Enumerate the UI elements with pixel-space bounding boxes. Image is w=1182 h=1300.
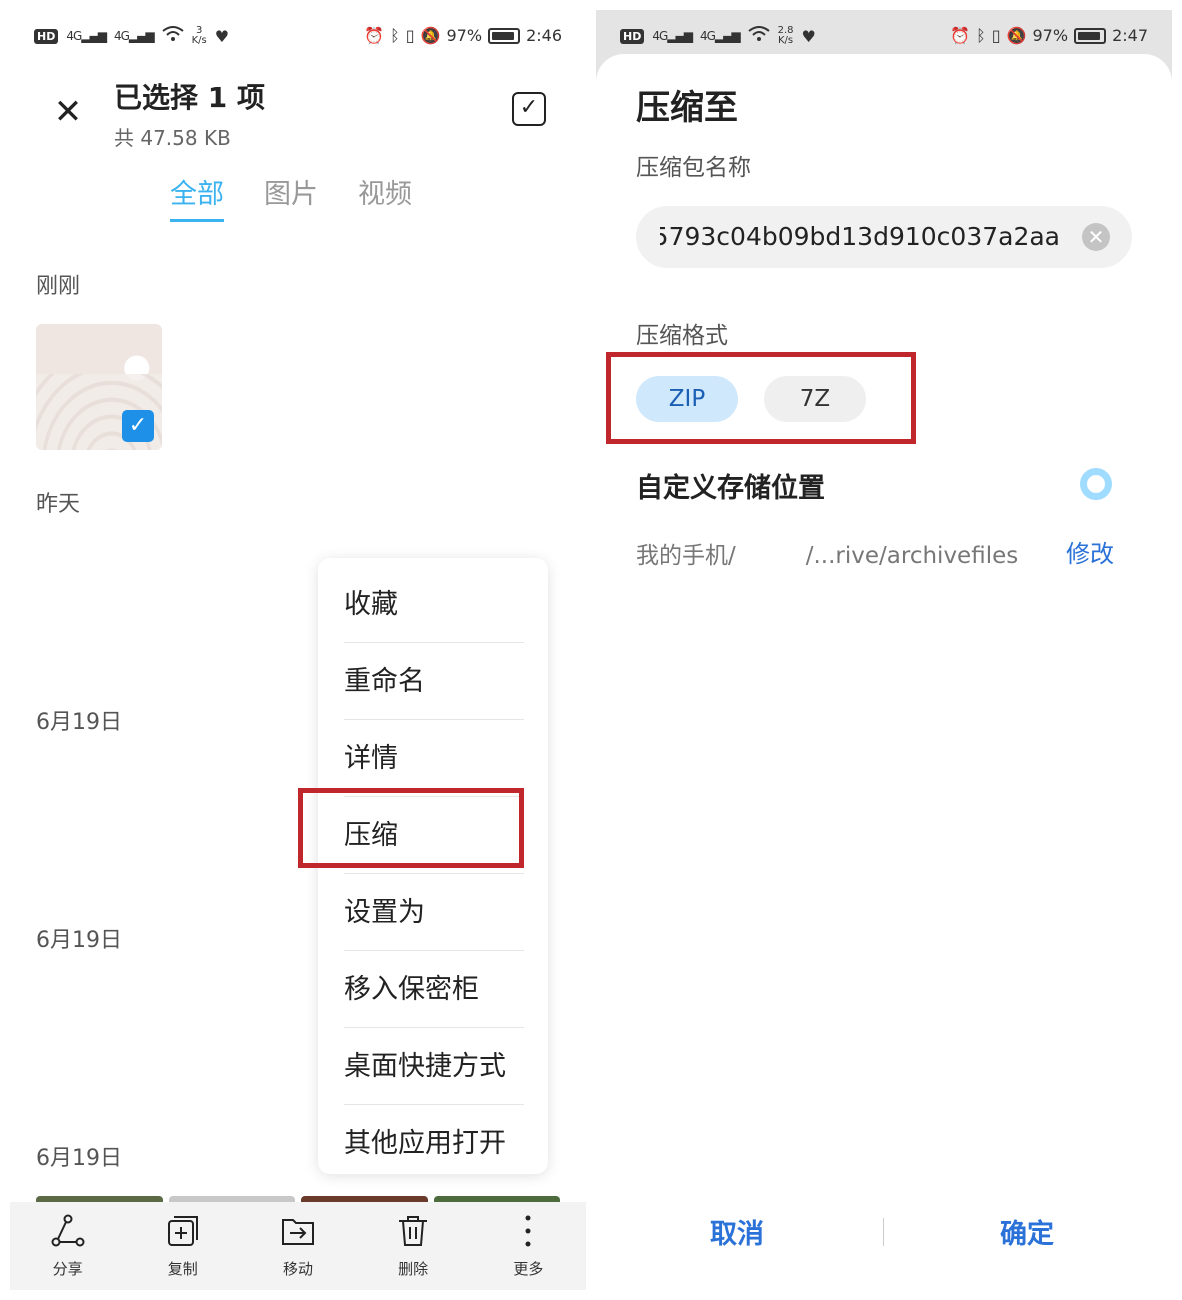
section-header: 刚刚 bbox=[36, 274, 81, 299]
select-all-icon[interactable]: ✓ bbox=[512, 92, 546, 126]
dialog-actions: 取消 确定 bbox=[596, 1204, 1172, 1264]
wifi-icon bbox=[747, 26, 770, 46]
archive-name-input[interactable]: 5793c04b09bd13d910c037a2aa ✕ bbox=[636, 206, 1132, 268]
signal-icon: 4G▂▄▆ bbox=[652, 29, 693, 43]
battery-percent: 97% bbox=[446, 26, 483, 45]
more-button[interactable]: 更多 bbox=[488, 1202, 568, 1290]
bottom-action-bar: 分享 复制 移动 删除 更多 bbox=[10, 1202, 586, 1290]
battery-icon bbox=[1074, 27, 1107, 44]
heart-icon: ♥ bbox=[214, 26, 230, 46]
copy-icon bbox=[166, 1214, 200, 1248]
section-header: 6月19日 bbox=[36, 928, 122, 953]
context-menu: 收藏 重命名 详情 压缩 设置为 移入保密柜 桌面快捷方式 其他应用打开 bbox=[318, 558, 548, 1174]
wifi-icon bbox=[161, 26, 184, 46]
clock: 2:47 bbox=[1112, 26, 1148, 45]
mute-icon: 🔕 bbox=[1006, 26, 1027, 45]
format-7z-chip[interactable]: 7Z bbox=[764, 376, 866, 422]
delete-icon bbox=[396, 1214, 430, 1248]
move-icon bbox=[281, 1214, 315, 1248]
hd-indicator: HD bbox=[620, 28, 645, 44]
media-tabs: 全部 图片 视频 bbox=[170, 172, 412, 222]
vibrate-icon: ▯ bbox=[405, 26, 415, 45]
hd-indicator: HD bbox=[34, 28, 59, 44]
close-icon[interactable]: ✕ bbox=[48, 92, 88, 132]
heart-icon: ♥ bbox=[801, 26, 816, 46]
section-header: 6月19日 bbox=[36, 1146, 122, 1171]
selection-header: ✕ 已选择 1 项 共 47.58 KB ✓ bbox=[10, 70, 586, 160]
cancel-button[interactable]: 取消 bbox=[710, 1212, 764, 1251]
section-header: 昨天 bbox=[36, 492, 81, 517]
share-icon bbox=[51, 1214, 85, 1248]
more-icon bbox=[511, 1214, 545, 1248]
alarm-icon: ⏰ bbox=[364, 26, 385, 45]
modify-path-link[interactable]: 修改 bbox=[1066, 534, 1114, 569]
copy-button[interactable]: 复制 bbox=[143, 1202, 223, 1290]
clear-icon[interactable]: ✕ bbox=[1082, 223, 1110, 251]
alarm-icon: ⏰ bbox=[950, 26, 971, 45]
selection-title: 已选择 1 项 bbox=[114, 81, 265, 114]
bluetooth-icon: ᛒ bbox=[976, 26, 986, 45]
delete-button[interactable]: 删除 bbox=[373, 1202, 453, 1290]
menu-item-desktop-shortcut[interactable]: 桌面快捷方式 bbox=[344, 1028, 524, 1105]
vibrate-icon: ▯ bbox=[991, 26, 1001, 45]
tab-all[interactable]: 全部 bbox=[170, 172, 224, 222]
battery-percent: 97% bbox=[1032, 26, 1069, 45]
compress-dialog-screen: HD 4G▂▄▆ 4G▂▄▆ 2.8 K/s ♥ ⏰ ᛒ ▯ 🔕 97% 2:47… bbox=[596, 10, 1172, 1290]
menu-item-details[interactable]: 详情 bbox=[344, 720, 524, 797]
format-zip-chip[interactable]: ZIP bbox=[636, 376, 738, 422]
dialog-title: 压缩至 bbox=[636, 88, 738, 128]
confirm-button[interactable]: 确定 bbox=[1000, 1212, 1054, 1251]
share-button[interactable]: 分享 bbox=[28, 1202, 108, 1290]
section-header: 6月19日 bbox=[36, 710, 122, 735]
signal-icon: 4G▂▄▆ bbox=[66, 29, 107, 43]
custom-location-toggle[interactable] bbox=[1080, 468, 1112, 500]
menu-item-move-to-safe[interactable]: 移入保密柜 bbox=[344, 951, 524, 1028]
signal-icon: 4G▂▄▆ bbox=[699, 29, 741, 43]
signal-icon: 4G▂▄▆ bbox=[113, 29, 155, 43]
custom-location-label: 自定义存储位置 bbox=[636, 473, 825, 504]
checkbox-checked-icon[interactable]: ✓ bbox=[122, 410, 154, 442]
menu-item-compress[interactable]: 压缩 bbox=[344, 797, 524, 874]
network-speed: 3 K/s bbox=[191, 25, 207, 46]
archive-name-label: 压缩包名称 bbox=[636, 155, 751, 181]
bluetooth-icon: ᛒ bbox=[390, 26, 400, 45]
image-thumbnail[interactable]: ✓ bbox=[36, 324, 162, 450]
selection-size: 共 47.58 KB bbox=[114, 126, 231, 150]
battery-icon bbox=[488, 27, 521, 44]
archive-name-value[interactable]: 5793c04b09bd13d910c037a2aa bbox=[660, 206, 1060, 268]
clock: 2:46 bbox=[526, 26, 562, 45]
menu-item-open-with[interactable]: 其他应用打开 bbox=[344, 1105, 524, 1182]
format-label: 压缩格式 bbox=[636, 323, 728, 349]
storage-path: 我的手机//...rive/archivefiles bbox=[636, 543, 1019, 569]
tab-videos[interactable]: 视频 bbox=[358, 172, 412, 222]
compress-dialog: 压缩至 压缩包名称 5793c04b09bd13d910c037a2aa ✕ 压… bbox=[596, 54, 1172, 1290]
menu-item-favorite[interactable]: 收藏 bbox=[344, 566, 524, 643]
menu-item-set-as[interactable]: 设置为 bbox=[344, 874, 524, 951]
network-speed: 2.8 K/s bbox=[777, 25, 794, 46]
file-manager-screen: HD 4G▂▄▆ 4G▂▄▆ 3 K/s ♥ ⏰ ᛒ ▯ 🔕 97% 2:46 ✕… bbox=[10, 10, 586, 1290]
menu-item-rename[interactable]: 重命名 bbox=[344, 643, 524, 720]
move-button[interactable]: 移动 bbox=[258, 1202, 338, 1290]
mute-icon: 🔕 bbox=[420, 26, 441, 45]
divider bbox=[883, 1218, 884, 1246]
status-bar: HD 4G▂▄▆ 4G▂▄▆ 3 K/s ♥ ⏰ ᛒ ▯ 🔕 97% 2:46 bbox=[10, 10, 586, 62]
tab-images[interactable]: 图片 bbox=[264, 172, 318, 222]
